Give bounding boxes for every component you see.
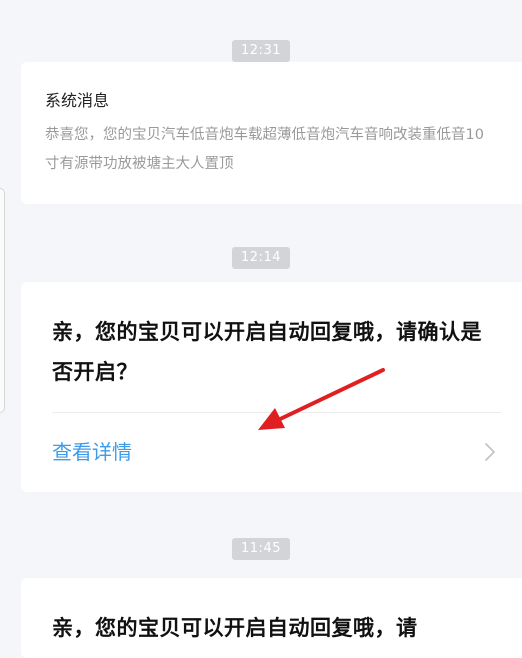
timestamp: 11:45	[232, 538, 290, 560]
card-divider	[52, 412, 501, 413]
system-message-body: 恭喜您，您的宝贝汽车低音炮车载超薄低音炮汽车音响改装重低音10寸有源带功放被塘主…	[45, 127, 484, 172]
auto-reply-message: 亲，您的宝贝可以开启自动回复哦，请	[52, 616, 418, 640]
view-details-link[interactable]: 查看详情	[52, 438, 132, 466]
system-message-card[interactable]: 系统消息 恭喜您，您的宝贝汽车低音炮车载超薄低音炮汽车音响改装重低音10寸有源带…	[21, 62, 522, 204]
auto-reply-message: 亲，您的宝贝可以开启自动回复哦，请确认是否开启？	[52, 320, 482, 384]
auto-reply-card[interactable]: 亲，您的宝贝可以开启自动回复哦，请	[21, 578, 522, 658]
timestamp: 12:31	[232, 40, 290, 62]
timestamp: 12:14	[232, 247, 290, 269]
system-message-title: 系统消息	[45, 91, 110, 110]
auto-reply-card[interactable]: 亲，您的宝贝可以开启自动回复哦，请确认是否开启？ 查看详情	[21, 282, 522, 492]
chevron-right-icon[interactable]	[480, 442, 500, 462]
side-drawer-edge[interactable]	[0, 188, 5, 413]
